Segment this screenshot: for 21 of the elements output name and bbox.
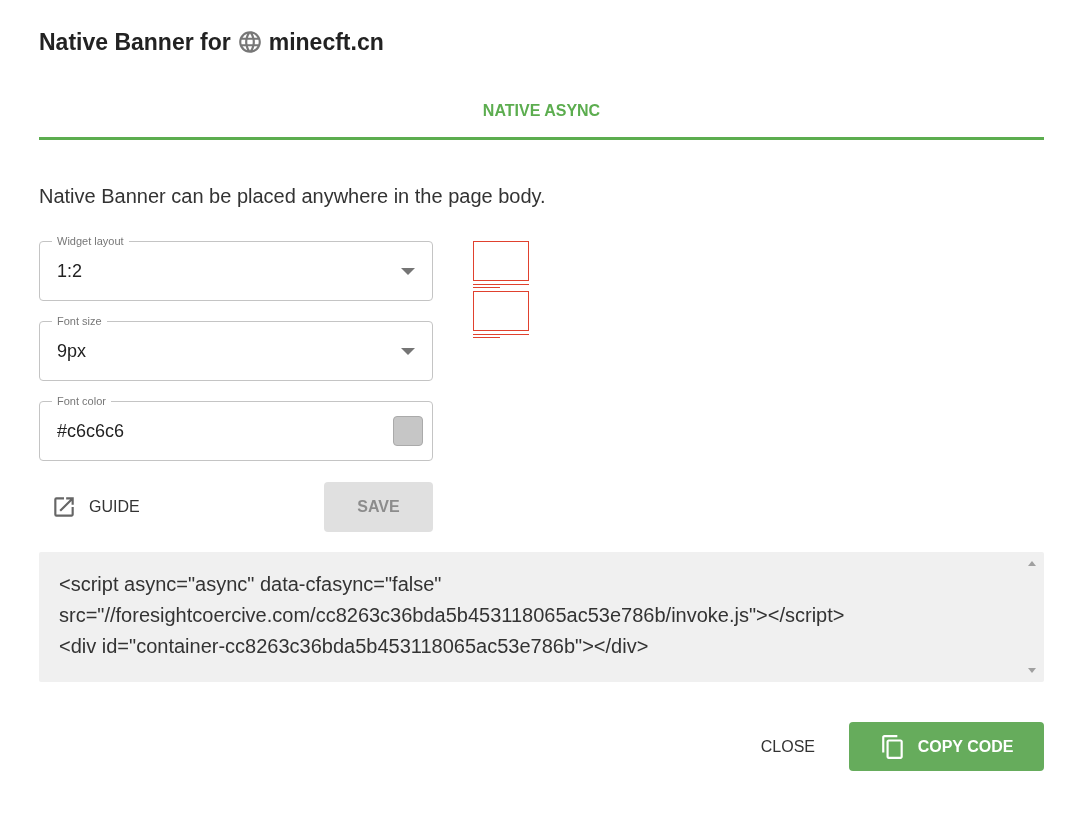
code-line: <script async="async" data-cfasync="false" — [59, 572, 442, 597]
caret-icon — [401, 267, 415, 275]
guide-link[interactable]: GUIDE — [39, 482, 148, 532]
external-link-icon — [51, 494, 77, 520]
dialog-title: Native Banner for — [39, 27, 231, 57]
caret-icon — [401, 347, 415, 355]
close-button[interactable]: CLOSE — [744, 722, 831, 771]
scroll-up-icon[interactable] — [1028, 561, 1036, 566]
field-value: #c6c6c6 — [57, 419, 126, 443]
field-value: 1:2 — [57, 259, 84, 283]
color-swatch-icon[interactable] — [393, 416, 423, 446]
code-line: <div id="container-cc8263c36bda5b453118065ac53e786b"></div> — [59, 634, 649, 659]
globe-icon — [236, 29, 263, 55]
site-name: minecft.cn — [268, 27, 384, 57]
field-value: 9px — [57, 339, 88, 363]
code-box[interactable]: <script async="async" data-cfasync="false" src="//foresightcoercive.com/cc8263c36bda5b453118065ac53e786b/invoke.js"></script> <div id="container-cc8263c36bda5b453118065ac53e786b"></div> — [39, 552, 1044, 682]
save-button: SAVE — [324, 482, 433, 532]
copy-icon — [879, 733, 906, 760]
description-text: Native Banner can be placed anywhere in the page body. — [39, 184, 546, 208]
code-line: src="//foresightcoercive.com/cc8263c36bda5b453118065ac53e786b/invoke.js"></script> — [59, 603, 845, 628]
scroll-down-icon[interactable] — [1028, 668, 1036, 673]
